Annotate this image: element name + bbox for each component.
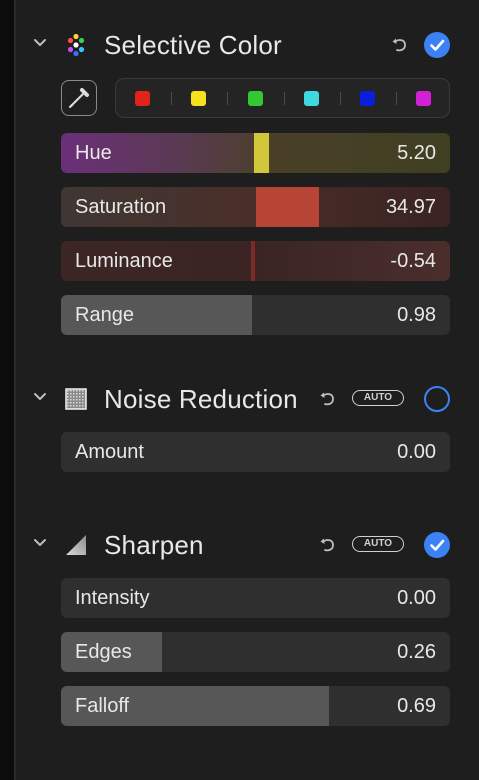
luminance-value[interactable]: -0.54: [390, 250, 436, 273]
swatch-divider: [396, 92, 397, 105]
hue-value[interactable]: 5.20: [397, 142, 436, 165]
range-slider[interactable]: Range 0.98: [61, 295, 450, 335]
saturation-slider-fill[interactable]: [256, 187, 319, 227]
sharpen-triangle-icon: [66, 535, 86, 555]
intensity-value[interactable]: 0.00: [397, 587, 436, 610]
amount-label: Amount: [75, 441, 144, 463]
adjustments-panel: Selective Color Hue 5.20 Saturation 34.9…: [18, 0, 479, 780]
selective-color-header[interactable]: Selective Color: [18, 25, 479, 65]
chevron-down-icon[interactable]: [32, 535, 48, 551]
falloff-slider[interactable]: Falloff 0.69: [61, 686, 450, 726]
checkmark-circle-icon[interactable]: [424, 532, 450, 558]
amount-value[interactable]: 0.00: [397, 441, 436, 464]
swatch-cyan[interactable]: [304, 91, 319, 106]
swatch-divider: [340, 92, 341, 105]
swatch-divider: [284, 92, 285, 105]
enable-toggle-circle[interactable]: [424, 386, 450, 412]
saturation-slider[interactable]: Saturation 34.97: [61, 187, 450, 227]
section-title-selective-color: Selective Color: [104, 30, 282, 60]
auto-button[interactable]: AUTO: [352, 536, 404, 552]
falloff-value[interactable]: 0.69: [397, 695, 436, 718]
section-title-sharpen: Sharpen: [104, 530, 204, 560]
chevron-down-icon[interactable]: [32, 35, 48, 51]
swatch-magenta[interactable]: [416, 91, 431, 106]
saturation-value[interactable]: 34.97: [386, 196, 436, 219]
swatch-yellow[interactable]: [191, 91, 206, 106]
hue-label: Hue: [75, 142, 112, 164]
range-value[interactable]: 0.98: [397, 304, 436, 327]
luminance-slider-fill[interactable]: [251, 241, 255, 281]
edges-value[interactable]: 0.26: [397, 641, 436, 664]
swatch-green[interactable]: [248, 91, 263, 106]
section-title-noise-reduction: Noise Reduction: [104, 384, 298, 414]
undo-icon[interactable]: [390, 35, 410, 55]
swatch-divider: [227, 92, 228, 105]
undo-icon[interactable]: [318, 389, 338, 409]
checkmark-circle-icon[interactable]: [424, 32, 450, 58]
undo-icon[interactable]: [318, 535, 338, 555]
intensity-label: Intensity: [75, 587, 150, 609]
swatch-blue[interactable]: [360, 91, 375, 106]
saturation-label: Saturation: [75, 196, 167, 218]
eyedropper-button[interactable]: [61, 80, 97, 116]
edges-slider[interactable]: Edges 0.26: [61, 632, 450, 672]
sharpen-header[interactable]: Sharpen AUTO: [18, 525, 479, 565]
luminance-slider[interactable]: Luminance -0.54: [61, 241, 450, 281]
chevron-down-icon[interactable]: [32, 389, 48, 405]
swatch-divider: [171, 92, 172, 105]
luminance-label: Luminance: [75, 250, 173, 272]
window-edge: [0, 0, 16, 780]
noise-reduction-header[interactable]: Noise Reduction AUTO: [18, 379, 479, 419]
eyedropper-icon: [69, 88, 89, 108]
noise-square-icon: [65, 388, 87, 410]
falloff-label: Falloff: [75, 695, 130, 717]
intensity-slider[interactable]: Intensity 0.00: [61, 578, 450, 618]
swatch-red[interactable]: [135, 91, 150, 106]
auto-button[interactable]: AUTO: [352, 390, 404, 406]
amount-slider[interactable]: Amount 0.00: [61, 432, 450, 472]
hue-slider[interactable]: Hue 5.20: [61, 133, 450, 173]
range-label: Range: [75, 304, 134, 326]
color-dots-icon: [67, 33, 85, 57]
hue-slider-knob[interactable]: [254, 133, 269, 173]
edges-label: Edges: [75, 641, 132, 663]
color-swatch-bar: [115, 78, 450, 118]
